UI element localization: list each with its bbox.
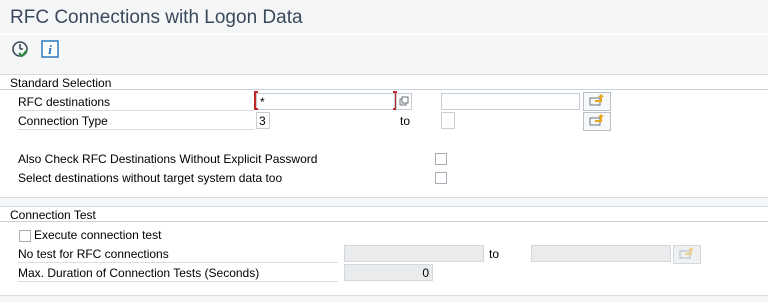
connection-test-title: Connection Test bbox=[10, 208, 96, 222]
check-without-password-checkbox[interactable] bbox=[435, 153, 447, 165]
info-button[interactable]: i bbox=[40, 39, 60, 61]
connection-test-header bbox=[0, 207, 768, 222]
standard-selection-title: Standard Selection bbox=[10, 76, 112, 90]
rfc-destinations-from-wrapper bbox=[254, 91, 397, 110]
no-test-for-to-input[interactable] bbox=[531, 245, 671, 262]
connection-type-to-input[interactable] bbox=[441, 112, 455, 129]
info-icon: i bbox=[41, 39, 59, 61]
no-test-for-multiple-selection-button[interactable] bbox=[673, 245, 701, 264]
rfc-destinations-multi-select-button[interactable] bbox=[396, 93, 412, 110]
no-test-for-to-label: to bbox=[489, 247, 500, 261]
rfc-destinations-to-input[interactable] bbox=[441, 93, 580, 110]
without-target-system-label: Select destinations without target syste… bbox=[18, 171, 283, 185]
standard-selection-header bbox=[0, 75, 768, 90]
execute-clock-icon bbox=[11, 40, 29, 61]
max-duration-input[interactable] bbox=[344, 264, 433, 281]
rfc-destinations-from-input[interactable] bbox=[256, 93, 395, 110]
check-without-password-label: Also Check RFC Destinations Without Expl… bbox=[18, 152, 318, 166]
connection-type-from-input[interactable] bbox=[256, 112, 270, 129]
execute-button[interactable] bbox=[10, 40, 30, 60]
execute-connection-test-label: Execute connection test bbox=[34, 228, 162, 242]
title-divider bbox=[0, 34, 768, 35]
page-title: RFC Connections with Logon Data bbox=[10, 7, 303, 28]
connection-type-label: Connection Type bbox=[18, 114, 254, 130]
multiple-selection-arrow-icon bbox=[679, 247, 695, 262]
connection-type-to-label: to bbox=[400, 114, 411, 128]
no-test-for-label: No test for RFC connections bbox=[18, 247, 338, 263]
focus-bracket-left bbox=[254, 91, 258, 110]
rfc-destinations-label: RFC destinations bbox=[18, 95, 254, 111]
svg-text:i: i bbox=[48, 42, 52, 57]
multiple-selection-arrow-icon bbox=[589, 94, 605, 109]
execute-connection-test-checkbox[interactable] bbox=[19, 230, 31, 242]
multiple-selection-arrow-icon bbox=[589, 114, 605, 129]
connection-type-multiple-selection-button[interactable] bbox=[583, 112, 611, 131]
no-test-for-from-input[interactable] bbox=[344, 245, 484, 262]
without-target-system-checkbox[interactable] bbox=[435, 172, 447, 184]
copy-icon bbox=[399, 95, 409, 109]
rfc-destinations-multiple-selection-button[interactable] bbox=[583, 92, 611, 111]
max-duration-label: Max. Duration of Connection Tests (Secon… bbox=[18, 266, 338, 282]
